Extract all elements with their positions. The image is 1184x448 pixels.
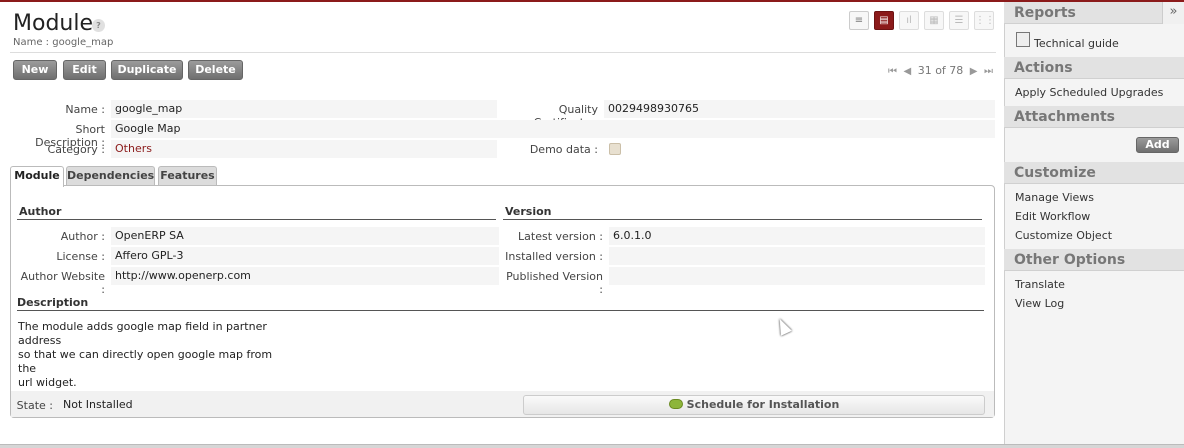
sidebar-collapse-icon[interactable]: » [1162,2,1184,24]
header-divider [10,52,996,53]
sidebar-item-view-log[interactable]: View Log [1015,297,1064,310]
name-label: Name : [65,103,105,116]
next-page-icon[interactable]: ▶ [970,66,978,77]
sidebar-reports-header: Reports [1004,2,1184,24]
sidebar-item-customize-object[interactable]: Customize Object [1015,229,1112,242]
prev-page-icon[interactable]: ◀ [904,66,912,77]
sidebar-actions-header: Actions [1004,57,1184,79]
author-section-divider [17,219,496,220]
edit-button[interactable]: Edit [63,60,106,80]
name-field[interactable]: google_map [111,100,497,118]
published-version-field[interactable] [609,267,985,285]
description-section-title: Description [17,296,89,309]
list-view-icon[interactable]: ≡ [849,11,869,30]
page-subtitle: Name : google_map [13,37,114,48]
description-line: url widget. [18,376,77,389]
new-button[interactable]: New [13,60,57,80]
page-title: Module [13,11,93,36]
quality-certificate-field[interactable]: 0029498930765 [604,100,995,118]
first-page-icon[interactable]: ⏮ [888,66,897,77]
sidebar-attachments-header: Attachments [1004,106,1184,128]
category-field[interactable]: Others [111,140,497,158]
author-section-title: Author [19,205,62,218]
duplicate-button[interactable]: Duplicate [111,60,183,80]
install-gear-icon [668,399,683,409]
tab-dependencies[interactable]: Dependencies [66,166,155,186]
license-label: License : [56,250,105,263]
sidebar-item-technical-guide[interactable]: Technical guide [1034,37,1119,50]
latest-version-field[interactable]: 6.0.1.0 [609,227,985,245]
state-label: State : [16,399,53,412]
diagram-view-icon[interactable]: ⋮⋮ [974,11,995,30]
author-website-label: Author Website : [20,270,105,296]
state-value: Not Installed [63,398,133,411]
description-section-divider [17,310,984,311]
description-line: so that we can directly open google map … [18,348,273,375]
license-field[interactable]: Affero GPL-3 [111,247,499,265]
description-line: The module adds google map field in part… [18,320,267,347]
version-section-divider [503,219,982,220]
schedule-installation-label: Schedule for Installation [686,398,840,411]
author-website-field[interactable]: http://www.openerp.com [111,267,499,285]
installed-version-label: Installed version : [505,250,603,263]
published-version-label: Published Version : [506,270,603,296]
gantt-view-icon[interactable]: ☰ [949,11,969,30]
attachment-add-button[interactable]: Add [1136,137,1179,153]
pager: ⏮ ◀ 31 of 78 ▶ ⏭ [888,64,996,77]
delete-button[interactable]: Delete [188,60,243,80]
tab-features[interactable]: Features [158,166,217,186]
calendar-view-icon[interactable]: ▦ [924,11,944,30]
demo-data-label: Demo data : [529,143,598,156]
latest-version-label: Latest version : [518,230,603,243]
form-view-icon[interactable]: ▤ [874,11,894,30]
last-page-icon[interactable]: ⏭ [984,66,993,77]
tab-module[interactable]: Module [10,166,64,187]
sidebar-customize-header: Customize [1004,162,1184,184]
pager-text: 31 of 78 [917,64,964,77]
bottom-bar [0,444,1184,448]
author-label: Author : [60,230,105,243]
installed-version-field[interactable] [609,247,985,265]
schedule-installation-button[interactable]: Schedule for Installation [523,395,985,415]
category-label: Category : [47,143,105,156]
demo-data-checkbox[interactable] [609,143,621,155]
report-document-icon [1016,32,1030,47]
sidebar-item-manage-views[interactable]: Manage Views [1015,191,1094,204]
sidebar-item-apply-upgrades[interactable]: Apply Scheduled Upgrades [1015,86,1163,99]
graph-view-icon[interactable]: ıl [899,11,919,30]
help-icon[interactable]: ? [92,19,105,32]
author-field[interactable]: OpenERP SA [111,227,499,245]
sidebar-other-options-header: Other Options [1004,249,1184,271]
sidebar-item-edit-workflow[interactable]: Edit Workflow [1015,210,1090,223]
description-text: The module adds google map field in part… [18,320,288,390]
short-description-field[interactable]: Google Map [111,120,995,138]
version-section-title: Version [505,205,552,218]
sidebar-item-translate[interactable]: Translate [1015,278,1065,291]
